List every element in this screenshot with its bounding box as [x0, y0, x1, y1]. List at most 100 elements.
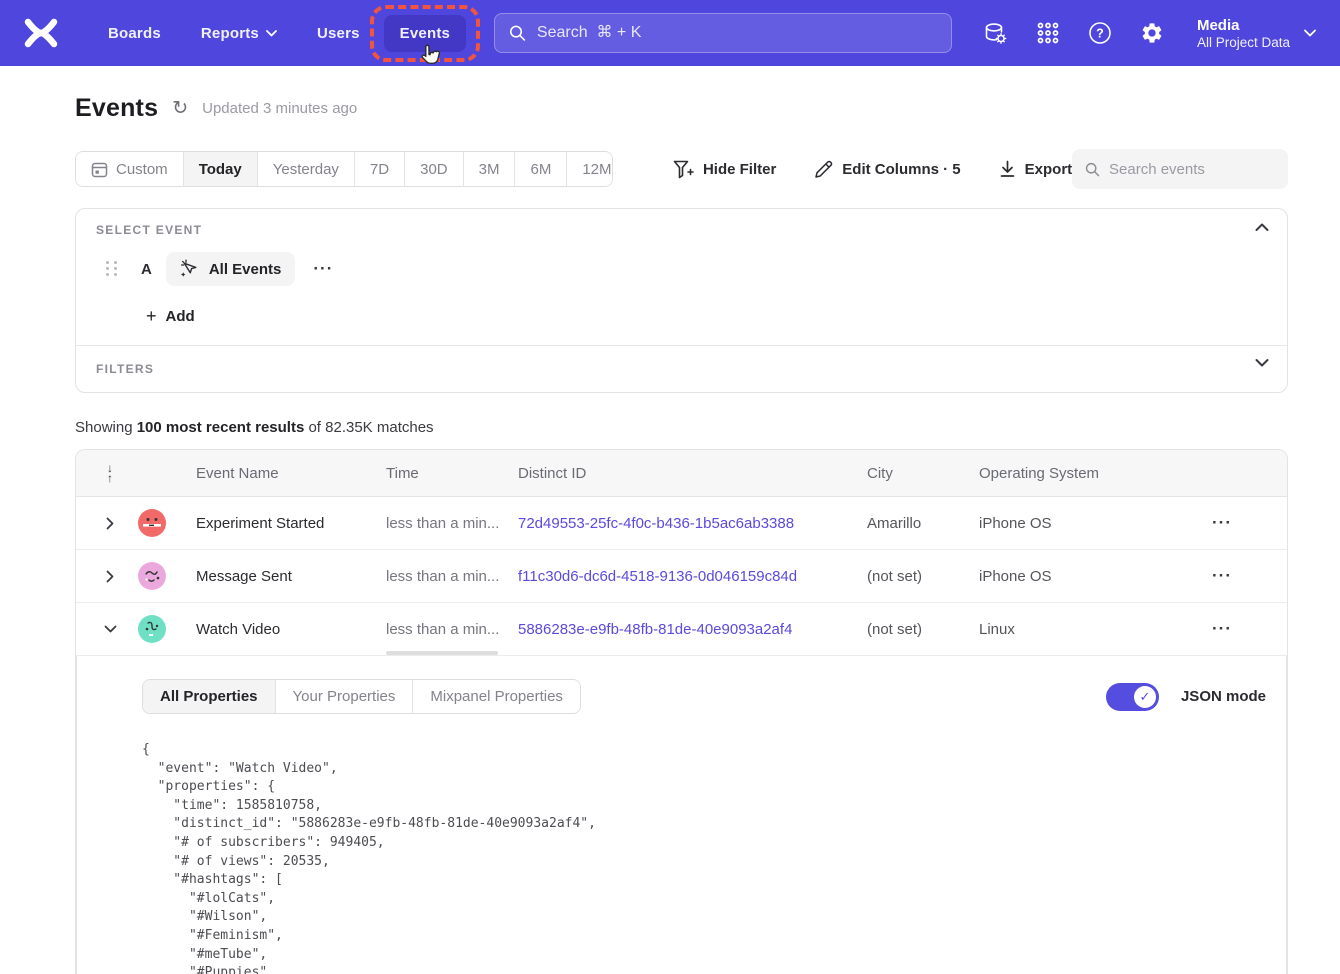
event-more-button[interactable]: ···: [309, 259, 337, 279]
cell-city: Amarillo: [867, 515, 979, 532]
step-letter: A: [141, 261, 152, 278]
events-table: ↓ ↑ Event Name Time Distinct ID City Ope…: [75, 449, 1288, 974]
table-row-expanded[interactable]: Watch Video less than a min... 5886283e-…: [76, 603, 1287, 656]
date-range-today[interactable]: Today: [184, 152, 258, 186]
row-more-button[interactable]: ···: [1186, 513, 1232, 533]
export-button[interactable]: Export: [999, 160, 1073, 178]
plus-icon: +: [146, 306, 157, 327]
col-header-event-name[interactable]: Event Name: [196, 465, 386, 482]
cell-os: iPhone OS: [979, 568, 1186, 585]
row-more-button[interactable]: ···: [1186, 619, 1232, 639]
calendar-icon: [91, 161, 108, 178]
events-search-input[interactable]: [1109, 161, 1275, 178]
cell-distinct-id-link[interactable]: 5886283e-e9fb-48fb-81de-40e9093a2af4: [518, 621, 867, 638]
drag-handle[interactable]: [106, 261, 118, 277]
col-header-distinct-id[interactable]: Distinct ID: [518, 465, 867, 482]
chevron-down-icon: [266, 30, 277, 37]
nav-menu: Boards Reports Users Events: [92, 15, 466, 52]
table-row[interactable]: Message Sent less than a min... f11c30d6…: [76, 550, 1287, 603]
event-detail-panel: All Properties Your Properties Mixpanel …: [76, 656, 1287, 974]
event-selector-chip[interactable]: All Events: [166, 252, 296, 286]
row-expand-chevron-icon[interactable]: [76, 517, 132, 530]
project-name: Media: [1197, 16, 1290, 36]
nav-item-boards[interactable]: Boards: [92, 15, 177, 52]
col-header-os[interactable]: Operating System: [979, 465, 1186, 482]
settings-gear-icon[interactable]: [1139, 20, 1165, 46]
table-row[interactable]: Experiment Started less than a min... 72…: [76, 497, 1287, 550]
row-expand-chevron-icon[interactable]: [76, 570, 132, 583]
event-json-viewer[interactable]: { "event": "Watch Video", "properties": …: [142, 741, 1266, 974]
query-builder-card: SELECT EVENT A: [75, 208, 1288, 393]
chevron-down-icon: [1304, 29, 1316, 37]
event-selector-label: All Events: [209, 261, 282, 278]
add-event-button[interactable]: + Add: [146, 306, 1267, 327]
cell-distinct-id-link[interactable]: f11c30d6-dc6d-4518-9136-0d046159c84d: [518, 568, 867, 585]
results-summary: Showing 100 most recent results of 82.35…: [75, 419, 1288, 436]
cell-time: less than a min...: [386, 568, 518, 585]
nav-item-events-wrap: Events: [384, 15, 466, 52]
global-search[interactable]: [494, 13, 952, 53]
apps-grid-icon[interactable]: [1035, 20, 1061, 46]
cell-distinct-id-link[interactable]: 72d49553-25fc-4f0c-b436-1b5ac6ab3388: [518, 515, 867, 532]
events-search[interactable]: [1072, 149, 1288, 189]
global-search-input[interactable]: [537, 24, 937, 42]
search-icon: [1085, 161, 1100, 178]
nav-item-reports[interactable]: Reports: [185, 15, 293, 52]
select-event-label: SELECT EVENT: [96, 223, 1267, 237]
event-avatar: [138, 562, 166, 590]
doodle-face-icon: [138, 562, 166, 590]
tab-your-properties[interactable]: Your Properties: [276, 680, 414, 713]
col-header-time[interactable]: Time: [386, 465, 518, 482]
cell-city: (not set): [867, 621, 979, 638]
date-range-3m[interactable]: 3M: [464, 152, 516, 186]
json-mode-toggle[interactable]: ✓: [1106, 683, 1159, 711]
date-range-30d[interactable]: 30D: [405, 152, 464, 186]
add-event-label: Add: [166, 308, 195, 325]
svg-text:?: ?: [1096, 26, 1104, 40]
cell-event-name: Experiment Started: [196, 515, 386, 532]
cell-os: iPhone OS: [979, 515, 1186, 532]
pencil-icon: [814, 160, 833, 179]
properties-tabs: All Properties Your Properties Mixpanel …: [142, 679, 581, 714]
project-switcher[interactable]: Media All Project Data: [1197, 16, 1316, 51]
export-label: Export: [1025, 161, 1073, 178]
date-range-7d[interactable]: 7D: [355, 152, 405, 186]
date-range-custom[interactable]: Custom: [76, 152, 184, 186]
refresh-icon[interactable]: ↻: [172, 99, 188, 118]
filters-label: FILTERS: [96, 362, 1267, 376]
date-range-yesterday[interactable]: Yesterday: [258, 152, 355, 186]
horizontal-scrollbar-thumb[interactable]: [386, 651, 498, 655]
arrow-up-glyph: ↑: [107, 473, 113, 483]
help-icon[interactable]: ?: [1087, 20, 1113, 46]
cell-time: less than a min...: [386, 515, 518, 532]
data-management-icon[interactable]: [983, 20, 1009, 46]
mixpanel-logo-icon[interactable]: [24, 18, 58, 48]
date-range-12m[interactable]: 12M: [567, 152, 613, 186]
row-collapse-chevron-icon[interactable]: [76, 625, 132, 633]
cell-time: less than a min...: [386, 621, 518, 638]
summary-count: 100 most recent results: [137, 419, 305, 436]
col-header-city[interactable]: City: [867, 465, 979, 482]
top-navbar: Boards Reports Users Events: [0, 0, 1340, 66]
tab-all-properties[interactable]: All Properties: [143, 680, 276, 713]
magic-cursor-icon: [180, 259, 200, 279]
nav-item-reports-label: Reports: [201, 25, 259, 42]
collapse-select-event-button[interactable]: [1255, 223, 1269, 232]
edit-columns-button[interactable]: Edit Columns · 5: [814, 160, 960, 179]
json-mode-label: JSON mode: [1181, 688, 1266, 705]
nav-item-users[interactable]: Users: [301, 15, 376, 52]
date-range-6m[interactable]: 6M: [515, 152, 567, 186]
updated-timestamp: Updated 3 minutes ago: [202, 100, 357, 117]
collapse-all-icon[interactable]: ↓ ↑: [76, 463, 132, 483]
row-more-button[interactable]: ···: [1186, 566, 1232, 586]
hide-filter-button[interactable]: Hide Filter: [673, 160, 776, 179]
doodle-face-icon: [138, 615, 166, 643]
hand-cursor-icon: [418, 43, 443, 70]
project-scope: All Project Data: [1197, 35, 1290, 50]
hide-filter-label: Hide Filter: [703, 161, 776, 178]
date-range-segmented-control: Custom Today Yesterday 7D 30D 3M 6M 12M: [75, 151, 613, 187]
summary-prefix: Showing: [75, 419, 137, 436]
expand-filters-button[interactable]: [1255, 358, 1269, 367]
tab-mixpanel-properties[interactable]: Mixpanel Properties: [413, 680, 580, 713]
cell-city: (not set): [867, 568, 979, 585]
